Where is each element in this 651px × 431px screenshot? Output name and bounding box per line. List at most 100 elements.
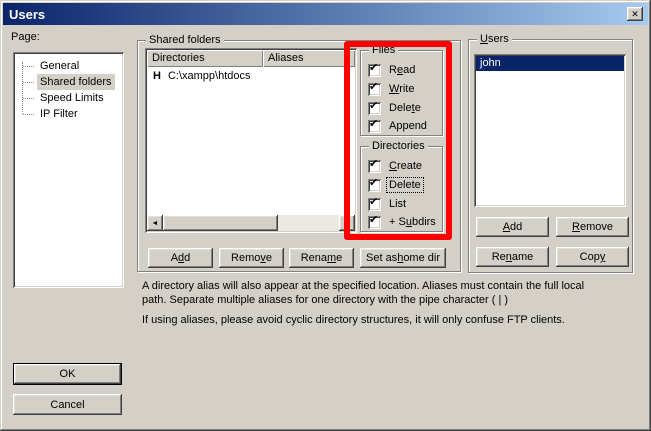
sidebar-item-general[interactable]: General bbox=[13, 58, 122, 74]
sidebar-item-ip-filter[interactable]: IP Filter bbox=[13, 106, 122, 122]
set-as-home-dir-button[interactable]: Set as home dir bbox=[360, 248, 446, 268]
label-key: U bbox=[480, 33, 488, 45]
checkbox-label: Read bbox=[387, 63, 417, 77]
checkbox-dirs-delete[interactable]: ✔ Delete bbox=[368, 177, 423, 193]
label-pre: Rena bbox=[301, 252, 327, 264]
users-listbox[interactable]: john bbox=[474, 54, 626, 207]
rename-directory-button[interactable]: Rename bbox=[289, 248, 354, 268]
label-post: ome dir bbox=[403, 252, 440, 264]
user-item-john[interactable]: john bbox=[476, 56, 624, 71]
checkbox-box[interactable]: ✔ bbox=[368, 160, 381, 173]
label-key: W bbox=[389, 83, 399, 95]
directory-row[interactable]: HC:\xampp\htdocs bbox=[147, 69, 355, 85]
checkbox-label: Append bbox=[387, 119, 429, 133]
add-user-button[interactable]: Add bbox=[476, 217, 549, 237]
label-post: dd bbox=[510, 221, 522, 233]
checkbox-box[interactable]: ✔ bbox=[368, 179, 381, 192]
ok-button[interactable]: OK bbox=[13, 363, 122, 385]
add-directory-button[interactable]: Add bbox=[148, 248, 213, 268]
shared-folders-group-label: Shared folders bbox=[146, 33, 224, 47]
label-pre: Delete bbox=[389, 179, 421, 191]
ok-button-label: OK bbox=[60, 368, 76, 380]
remove-user-button[interactable]: Remove bbox=[556, 217, 629, 237]
home-flag: H bbox=[153, 70, 161, 82]
label-pre: List bbox=[389, 198, 406, 210]
page-tree[interactable]: General Shared folders Speed Limits IP F… bbox=[13, 52, 124, 288]
checkbox-files-delete[interactable]: ✔ Delete bbox=[368, 100, 423, 116]
label-post: ad bbox=[403, 64, 415, 76]
sidebar-item-shared-folders[interactable]: Shared folders bbox=[13, 74, 122, 90]
label-key: A bbox=[503, 221, 510, 233]
horizontal-scrollbar[interactable]: ◄ ► bbox=[147, 215, 355, 231]
label-key: m bbox=[327, 252, 336, 264]
scroll-right-button[interactable]: ► bbox=[339, 215, 355, 231]
directories-group-label: Directories bbox=[369, 139, 428, 153]
sidebar-item-speed-limits[interactable]: Speed Limits bbox=[13, 90, 122, 106]
checkmark-icon: ✔ bbox=[369, 213, 378, 226]
tree-connector bbox=[23, 114, 34, 115]
label-post: sers bbox=[488, 33, 509, 45]
alias-description-line1: A directory alias will also appear at th… bbox=[142, 280, 584, 292]
cancel-button-label: Cancel bbox=[50, 399, 84, 411]
label-pre: Remo bbox=[231, 252, 260, 264]
checkbox-box[interactable]: ✔ bbox=[368, 102, 381, 115]
label-pre: A bbox=[171, 252, 178, 264]
tree-connector bbox=[23, 66, 34, 67]
scroll-left-button[interactable]: ◄ bbox=[147, 215, 163, 231]
alias-description-line3: If using aliases, please avoid cyclic di… bbox=[142, 314, 565, 326]
scroll-right-icon: ► bbox=[344, 220, 351, 227]
directories-listview[interactable]: Directories Aliases HC:\xampp\htdocs ◄ ► bbox=[145, 48, 357, 233]
label-pre: + S bbox=[389, 216, 406, 228]
label-pre: Append bbox=[389, 120, 427, 132]
users-group-label: Users bbox=[477, 32, 512, 46]
tree-item-label: IP Filter bbox=[37, 106, 81, 122]
checkmark-icon: ✔ bbox=[369, 195, 378, 208]
checkmark-icon: ✔ bbox=[369, 61, 378, 74]
alias-description-line2: path. Separate multiple aliases for one … bbox=[142, 294, 508, 306]
checkbox-files-read[interactable]: ✔ Read bbox=[368, 62, 417, 78]
checkbox-files-write[interactable]: ✔ Write bbox=[368, 81, 416, 97]
label-post: d bbox=[184, 252, 190, 264]
label-pre: Re bbox=[492, 251, 506, 263]
checkbox-label: Create bbox=[387, 159, 424, 173]
close-icon: ✕ bbox=[631, 9, 639, 20]
checkbox-dirs-list[interactable]: ✔ List bbox=[368, 196, 408, 212]
close-button[interactable]: ✕ bbox=[627, 7, 643, 21]
checkmark-icon: ✔ bbox=[369, 157, 378, 170]
column-header-aliases[interactable]: Aliases bbox=[263, 50, 348, 67]
checkbox-dirs-subdirs[interactable]: ✔ + Subdirs bbox=[368, 214, 438, 230]
label-pre: Cop bbox=[580, 251, 600, 263]
directories-permissions-group: Directories ✔ Create ✔ Delete ✔ List ✔ +… bbox=[360, 146, 443, 232]
files-group-label: Files bbox=[369, 43, 398, 57]
label-post: e bbox=[266, 252, 272, 264]
scrollbar-thumb[interactable] bbox=[163, 215, 278, 231]
checkbox-files-append[interactable]: ✔ Append bbox=[368, 118, 429, 134]
label-post: emove bbox=[580, 221, 613, 233]
checkbox-label: + Subdirs bbox=[387, 215, 438, 229]
column-header-directories[interactable]: Directories bbox=[147, 50, 263, 67]
label-post: rite bbox=[399, 83, 414, 95]
remove-directory-button[interactable]: Remove bbox=[219, 248, 284, 268]
rename-user-button[interactable]: Rename bbox=[476, 247, 549, 267]
label-post: e bbox=[415, 102, 421, 114]
files-permissions-group: Files ✔ Read ✔ Write ✔ Delete ✔ Append bbox=[360, 50, 443, 136]
listview-header: Directories Aliases bbox=[147, 50, 355, 67]
checkbox-label-focused: Delete bbox=[387, 178, 423, 192]
checkbox-box[interactable]: ✔ bbox=[368, 83, 381, 96]
checkmark-icon: ✔ bbox=[369, 176, 378, 189]
checkbox-box[interactable]: ✔ bbox=[368, 120, 381, 133]
checkbox-box[interactable]: ✔ bbox=[368, 64, 381, 77]
label-key: y bbox=[600, 251, 606, 263]
title-bar: Users ✕ bbox=[3, 3, 648, 25]
users-group: Users john Add Remove Rename Copy bbox=[468, 39, 633, 273]
label-pre: Dele bbox=[389, 102, 412, 114]
page-label: Page: bbox=[11, 31, 40, 43]
checkbox-label: Delete bbox=[387, 101, 423, 115]
copy-user-button[interactable]: Copy bbox=[556, 247, 629, 267]
checkbox-box[interactable]: ✔ bbox=[368, 198, 381, 211]
label-post: ame bbox=[512, 251, 533, 263]
checkbox-box[interactable]: ✔ bbox=[368, 216, 381, 229]
window-title: Users bbox=[9, 7, 45, 22]
cancel-button[interactable]: Cancel bbox=[13, 394, 122, 415]
checkbox-dirs-create[interactable]: ✔ Create bbox=[368, 158, 424, 174]
